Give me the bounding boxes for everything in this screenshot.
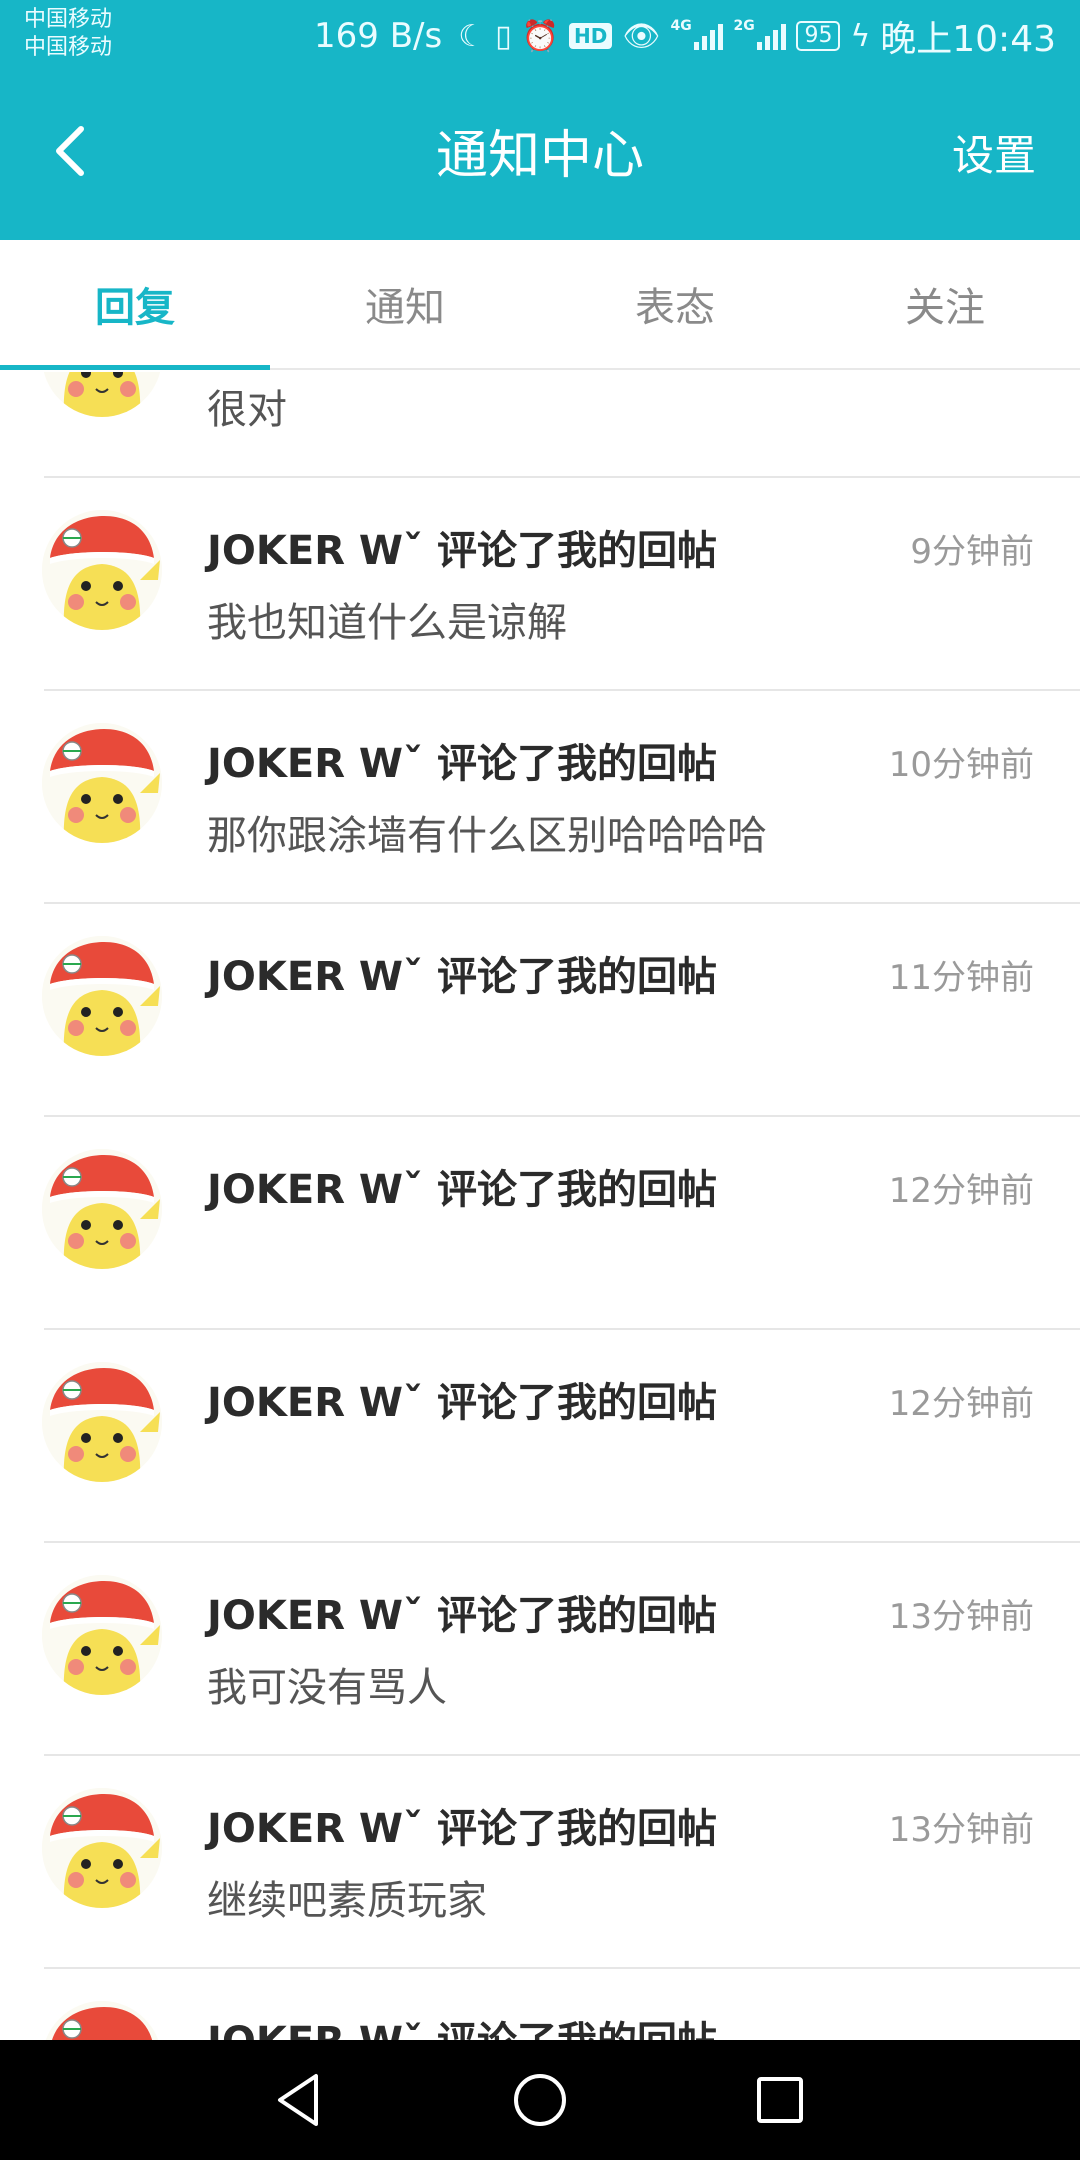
avatar[interactable] — [42, 510, 162, 630]
notification-content: 我可没有骂人 — [207, 1665, 447, 1711]
notification-time: 10分钟前 — [888, 745, 1034, 785]
status-icons: 169 B/s ☾ ▯ ⏰ HD 👁 4G 2G 95 ϟ 晚上10:43 — [314, 0, 1056, 72]
notification-time: 12分钟前 — [888, 1384, 1034, 1424]
square-recent-icon — [757, 2077, 803, 2123]
notification-item[interactable]: JOKER Wˇ 评论了我的回帖 — [0, 1969, 1080, 2040]
charging-icon: ϟ — [850, 18, 871, 54]
tab-reactions[interactable]: 表态 — [540, 240, 810, 368]
status-bar: 中国移动 中国移动 169 B/s ☾ ▯ ⏰ HD 👁 4G 2G 95 ϟ … — [0, 0, 1080, 72]
avatar[interactable] — [42, 1575, 162, 1695]
avatar[interactable] — [42, 1362, 162, 1482]
notification-title: JOKER Wˇ 评论了我的回帖 — [207, 741, 717, 787]
app-header: 通知中心 设置 — [0, 72, 1080, 240]
avatar[interactable] — [42, 372, 162, 417]
notification-content: 继续吧素质玩家 — [207, 1878, 487, 1924]
tab-follows[interactable]: 关注 — [810, 240, 1080, 368]
avatar[interactable] — [42, 1788, 162, 1908]
nav-recent-button[interactable] — [735, 2055, 825, 2145]
signal-2g-icon: 2G — [733, 18, 787, 50]
avatar[interactable] — [42, 936, 162, 1056]
page-title: 通知中心 — [435, 126, 644, 186]
notification-list[interactable]: 很对 JOKER Wˇ 评论了我的回帖 9分钟前我也知道什么是谅解 JOKER W… — [0, 372, 1080, 2040]
battery-icon: 95 — [796, 21, 841, 51]
net-speed: 169 B/s — [314, 16, 443, 56]
vibrate-icon: ▯ — [495, 18, 512, 54]
notification-item[interactable]: JOKER Wˇ 评论了我的回帖 13分钟前我可没有骂人 — [0, 1543, 1080, 1756]
clock: 晚上10:43 — [880, 19, 1056, 60]
settings-button[interactable]: 设置 — [952, 72, 1036, 240]
system-nav-bar — [0, 2040, 1080, 2160]
hd-icon: HD — [569, 23, 613, 49]
notification-time: 11分钟前 — [888, 958, 1034, 998]
signal-4g-label: 4G — [670, 18, 692, 34]
tab-replies[interactable]: 回复 — [0, 240, 270, 370]
notification-title: JOKER Wˇ 评论了我的回帖 — [207, 1806, 717, 1852]
notification-title: JOKER Wˇ 评论了我的回帖 — [207, 954, 717, 1000]
notification-time: 13分钟前 — [888, 1810, 1034, 1850]
notification-content: 我也知道什么是谅解 — [207, 600, 567, 646]
signal-2g-label: 2G — [733, 18, 755, 34]
notification-item[interactable]: JOKER Wˇ 评论了我的回帖 11分钟前 — [0, 904, 1080, 1117]
notification-content: 很对 — [207, 387, 287, 433]
carrier-info: 中国移动 中国移动 — [24, 6, 112, 62]
carrier-1: 中国移动 — [24, 7, 113, 32]
notification-title: JOKER Wˇ 评论了我的回帖 — [207, 1380, 717, 1426]
notification-title: JOKER Wˇ 评论了我的回帖 — [207, 528, 717, 574]
tab-notices[interactable]: 通知 — [270, 240, 540, 368]
notification-content: 那你跟涂墙有什么区别哈哈哈哈 — [207, 813, 767, 859]
avatar[interactable] — [42, 1149, 162, 1269]
avatar[interactable] — [42, 723, 162, 843]
nav-back-button[interactable] — [255, 2055, 345, 2145]
nav-home-button[interactable] — [495, 2055, 585, 2145]
eye-icon: 👁 — [622, 18, 661, 54]
notification-item[interactable]: JOKER Wˇ 评论了我的回帖 10分钟前那你跟涂墙有什么区别哈哈哈哈 — [0, 691, 1080, 904]
notification-title: JOKER Wˇ 评论了我的回帖 — [207, 2009, 717, 2040]
notification-time: 9分钟前 — [910, 532, 1034, 572]
tab-bar: 回复 通知 表态 关注 — [0, 240, 1080, 370]
notification-item[interactable]: JOKER Wˇ 评论了我的回帖 12分钟前 — [0, 1117, 1080, 1330]
notification-time: 13分钟前 — [888, 1597, 1034, 1637]
triangle-back-icon — [278, 2074, 318, 2126]
avatar[interactable] — [42, 2001, 162, 2040]
notification-item[interactable]: JOKER Wˇ 评论了我的回帖 13分钟前继续吧素质玩家 — [0, 1756, 1080, 1969]
alarm-icon: ⏰ — [521, 18, 560, 54]
signal-4g-icon: 4G — [670, 18, 724, 50]
notification-item[interactable]: JOKER Wˇ 评论了我的回帖 9分钟前我也知道什么是谅解 — [0, 478, 1080, 691]
notification-title: JOKER Wˇ 评论了我的回帖 — [207, 1167, 717, 1213]
notification-time: 12分钟前 — [888, 1171, 1034, 1211]
notification-item[interactable]: JOKER Wˇ 评论了我的回帖 12分钟前 — [0, 1330, 1080, 1543]
carrier-2: 中国移动 — [24, 35, 113, 60]
notification-title: JOKER Wˇ 评论了我的回帖 — [207, 1593, 717, 1639]
moon-icon: ☾ — [458, 18, 486, 54]
circle-home-icon — [514, 2074, 566, 2126]
notification-item[interactable]: 很对 — [0, 372, 1080, 478]
